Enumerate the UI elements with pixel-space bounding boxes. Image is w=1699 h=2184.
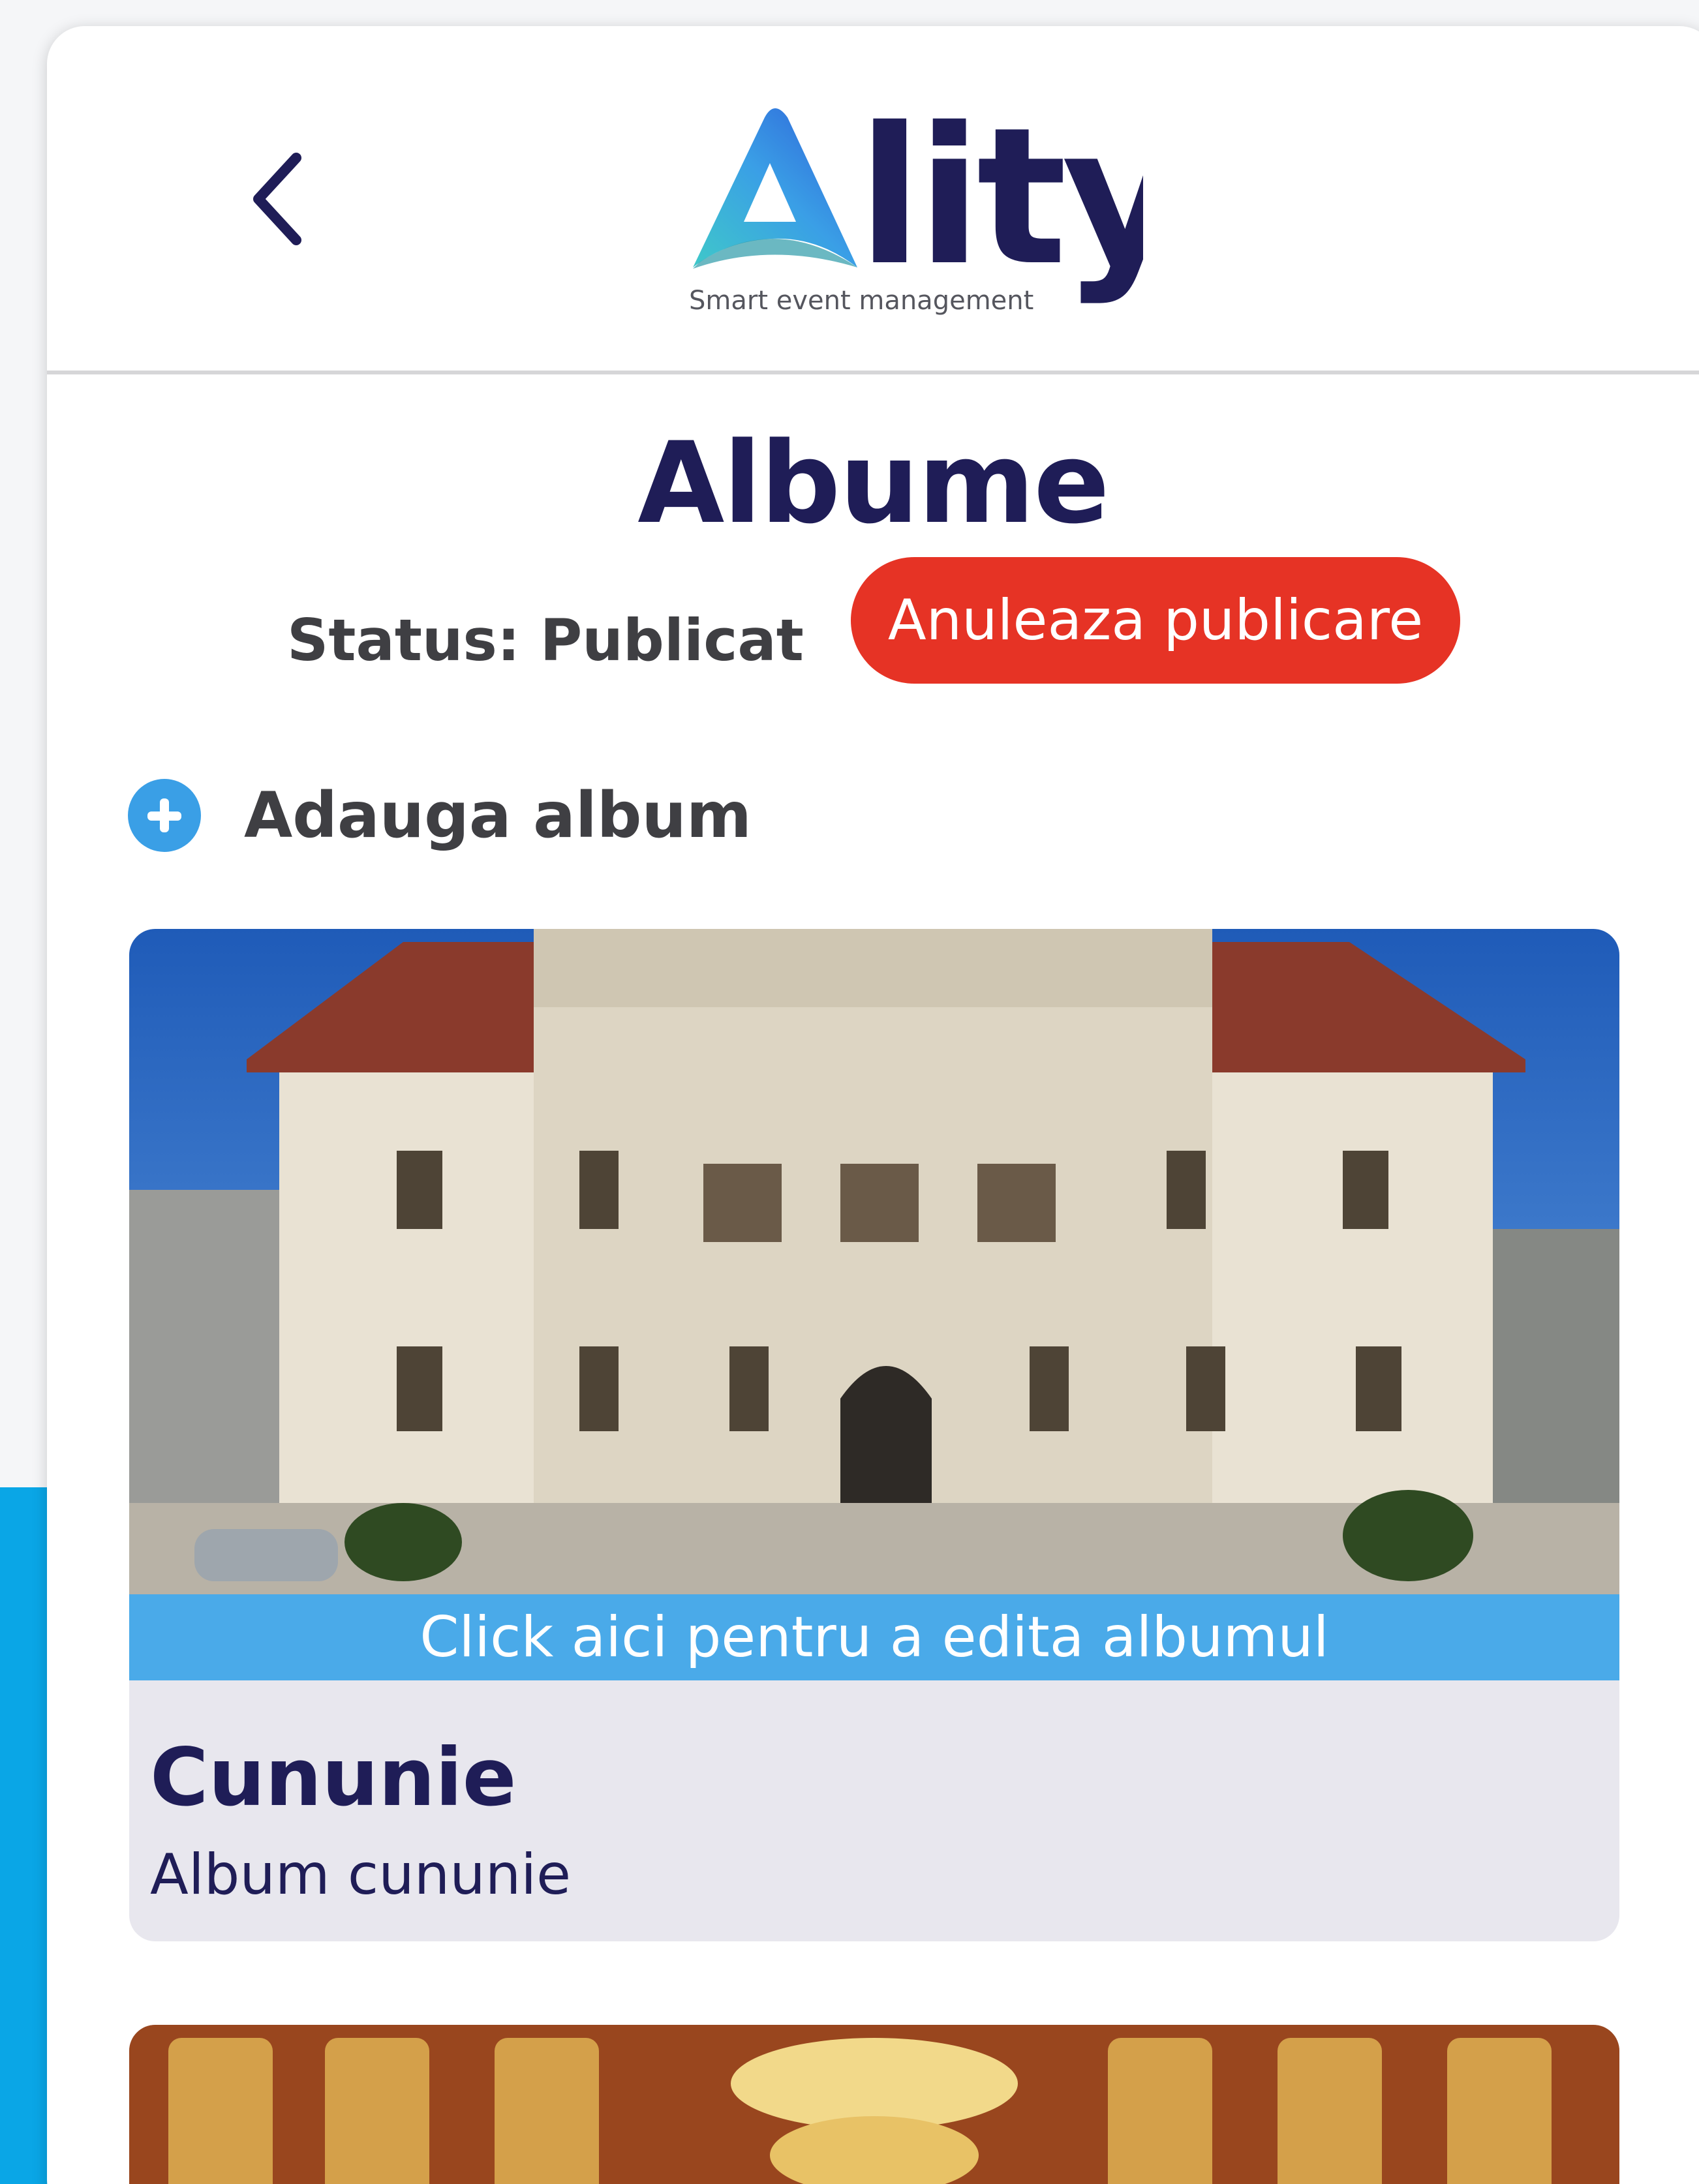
add-album-button[interactable]: Adauga album [128,770,752,861]
album-cover-image [129,929,1619,1594]
page-title: Albume [637,417,1110,549]
app-card: lity Smart event management Albume Statu… [47,26,1699,2184]
album-card[interactable] [129,2025,1619,2184]
svg-text:lity: lity [857,91,1143,307]
unpublish-button[interactable]: Anuleaza publicare [851,557,1460,684]
plus-circle-icon [128,779,201,852]
ality-logo: lity Smart event management [689,91,1143,316]
add-album-label: Adauga album [244,779,752,852]
svg-text:Smart event management: Smart event management [689,286,1033,316]
album-cover-image [129,2025,1619,2184]
edit-album-hint: Click aici pentru a edita albumul [129,1594,1619,1680]
back-button[interactable] [230,144,328,254]
chevron-left-icon [253,153,301,245]
header-divider [47,371,1699,374]
album-card[interactable]: Click aici pentru a edita albumul Cununi… [129,929,1619,1941]
album-title: Cununie [150,1731,517,1824]
header: lity Smart event management [47,26,1699,371]
status-label: Status: Publicat [287,607,804,674]
album-description: Album cununie [150,1842,572,1907]
